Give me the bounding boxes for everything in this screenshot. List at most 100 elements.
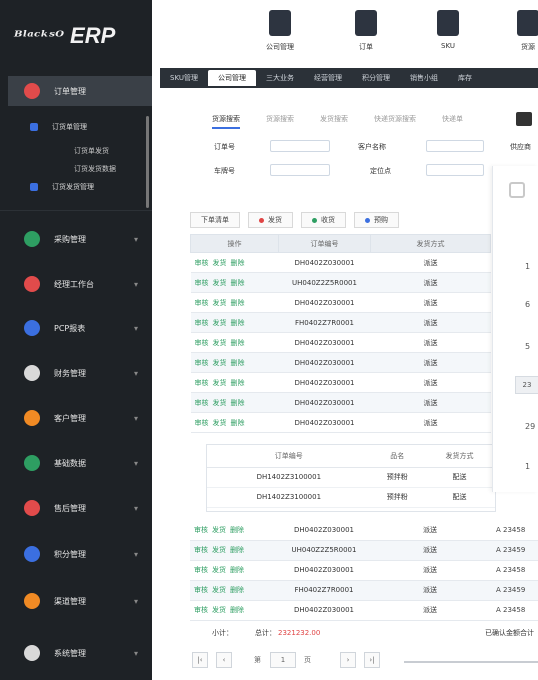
table-row[interactable]: 审核 发货 删除 DH0402Z030001 派送 [190,292,491,313]
sku-button[interactable]: SKU [418,6,478,58]
tab-sku[interactable]: SKU管理 [160,70,208,86]
panel-value-box[interactable]: 23 [515,376,538,394]
first-page-button[interactable]: |‹ [192,652,208,668]
row-action-link[interactable]: 发货 [212,586,226,594]
row-action-link[interactable]: 发货 [213,379,227,387]
row-action-link[interactable]: 删除 [231,359,245,367]
table-row[interactable]: 审核 发货 删除 FH0402Z7R0001 派送 A 23459 [190,580,538,601]
row-action-link[interactable]: 审核 [195,399,209,407]
sidebar-item-customer[interactable]: 客户管理 ▾ [8,403,152,433]
sidebar-item-service[interactable]: 售后管理 ▾ [8,493,152,523]
sidebar-subitem[interactable]: 订货发货管理 [30,182,94,192]
page-input[interactable]: 1 [270,652,296,668]
filter-tab[interactable]: 快递货源搜索 [374,114,416,129]
column-header[interactable]: 订单编号 [278,234,371,253]
row-action-link[interactable]: 发货 [212,546,226,554]
sidebar-item-pcp[interactable]: PCP报表 ▾ [8,313,152,343]
row-action-link[interactable]: 发货 [212,566,226,574]
filter-tab[interactable]: 货源搜索 [212,114,240,129]
row-action-link[interactable]: 删除 [230,526,244,534]
row-action-link[interactable]: 删除 [231,339,245,347]
sidebar-subsubitem[interactable]: 订货单发货 [74,146,109,156]
row-action-link[interactable]: 删除 [231,299,245,307]
row-action-link[interactable]: 删除 [230,566,244,574]
row-action-link[interactable]: 审核 [195,319,209,327]
table-row[interactable]: DH1402Z3100001 预拌粉 配送 [207,467,495,488]
row-action-link[interactable]: 发货 [213,399,227,407]
row-action-link[interactable]: 审核 [195,359,209,367]
sidebar-subsubitem[interactable]: 订货发货数据 [74,164,116,174]
row-action-link[interactable]: 发货 [213,359,227,367]
row-action-link[interactable]: 审核 [195,279,209,287]
filter-toggle-icon[interactable] [516,112,532,126]
row-action-link[interactable]: 删除 [231,259,245,267]
row-action-link[interactable]: 审核 [194,526,208,534]
row-action-link[interactable]: 审核 [195,419,209,427]
filter-tab[interactable]: 货源搜索 [266,114,294,129]
table-row[interactable]: 审核 发货 删除 DH0402Z030001 派送 A 23458 [190,600,538,621]
customer-name-input[interactable] [426,140,484,152]
sidebar-subitem[interactable]: 订货单管理 [30,122,87,132]
next-page-button[interactable]: › [340,652,356,668]
sidebar-item-orders[interactable]: 订单管理 [8,76,152,106]
sidebar-item-finance[interactable]: 财务管理 ▾ [8,358,152,388]
row-action-link[interactable]: 发货 [213,259,227,267]
last-page-button[interactable]: ›| [364,652,380,668]
row-action-link[interactable]: 发货 [212,606,226,614]
company-button[interactable]: 公司管理 [250,6,310,58]
row-action-link[interactable]: 审核 [195,299,209,307]
tab-points[interactable]: 积分管理 [352,70,400,86]
row-action-link[interactable]: 审核 [195,259,209,267]
order-button[interactable]: 订单 [336,6,396,58]
tab-company[interactable]: 公司管理 [207,70,256,86]
tab-inventory[interactable]: 库存 [448,70,482,86]
row-action-link[interactable]: 发货 [213,299,227,307]
table-row[interactable]: 审核 发货 删除 UH040Z2Z5R0001 派送 [190,272,491,293]
sidebar-item-purchase[interactable]: 采购管理 ▾ [8,224,152,254]
row-action-link[interactable]: 删除 [230,546,244,554]
table-row[interactable]: 审核 发货 删除 FH0402Z7R0001 派送 [190,312,491,333]
panel-icon[interactable] [509,182,525,198]
sidebar-item-system[interactable]: 系统管理 ▾ [8,638,152,668]
prev-page-button[interactable]: ‹ [216,652,232,668]
row-action-link[interactable]: 发货 [212,526,226,534]
row-action-link[interactable]: 删除 [231,419,245,427]
order-list-button[interactable]: 下单清单 [190,212,240,228]
column-header[interactable]: 发货方式 [370,234,491,253]
row-action-link[interactable]: 发货 [213,319,227,327]
tab-business[interactable]: 三大业务 [256,70,304,86]
ship-button[interactable]: 发货 [248,212,293,228]
sidebar-item-points[interactable]: 积分管理 ▾ [8,539,152,569]
row-action-link[interactable]: 审核 [194,606,208,614]
table-row[interactable]: 审核 发货 删除 DH0402Z030001 派送 [190,352,491,373]
receive-button[interactable]: 收货 [301,212,346,228]
row-action-link[interactable]: 删除 [231,399,245,407]
table-row[interactable]: 审核 发货 删除 DH0402Z030001 派送 [190,372,491,393]
table-row[interactable]: 审核 发货 删除 DH0402Z030001 派送 [190,332,491,353]
row-action-link[interactable]: 删除 [230,586,244,594]
table-row[interactable]: 审核 发货 删除 DH0402Z030001 派送 [190,252,491,273]
source-button[interactable]: 货源 [498,6,538,58]
tab-operations[interactable]: 经营管理 [304,70,352,86]
row-action-link[interactable]: 审核 [195,339,209,347]
row-action-link[interactable]: 审核 [194,586,208,594]
sidebar-item-channel[interactable]: 渠道管理 ▾ [8,586,152,616]
filter-tab[interactable]: 快递单 [442,114,463,129]
sidebar-item-manager[interactable]: 经理工作台 ▾ [8,269,152,299]
table-row[interactable]: DH1402Z3100001 预拌粉 配送 [207,487,495,508]
table-row[interactable]: 审核 发货 删除 DH0402Z030001 派送 A 23458 [190,520,538,541]
location-input[interactable] [426,164,484,176]
table-row[interactable]: 审核 发货 删除 DH0402Z030001 派送 [190,392,491,413]
column-header[interactable]: 操作 [190,234,279,253]
row-action-link[interactable]: 发货 [213,419,227,427]
row-action-link[interactable]: 审核 [194,546,208,554]
row-action-link[interactable]: 删除 [230,606,244,614]
order-number-input[interactable] [270,140,330,152]
filter-tab[interactable]: 发货搜索 [320,114,348,129]
plate-number-input[interactable] [270,164,330,176]
tab-sales-group[interactable]: 销售小组 [400,70,448,86]
row-action-link[interactable]: 审核 [195,379,209,387]
row-action-link[interactable]: 删除 [231,379,245,387]
row-action-link[interactable]: 删除 [231,279,245,287]
row-action-link[interactable]: 删除 [231,319,245,327]
